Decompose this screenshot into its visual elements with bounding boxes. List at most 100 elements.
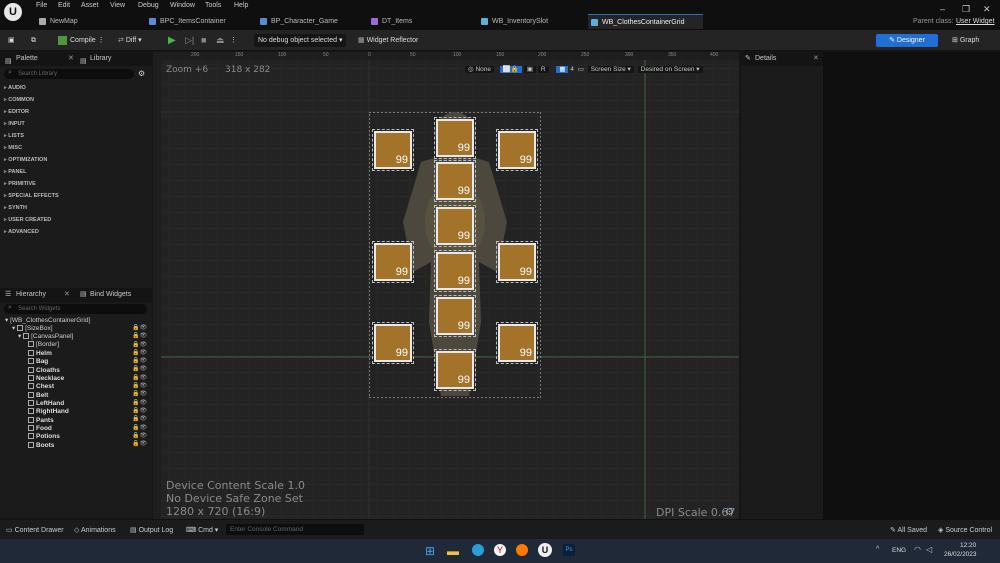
hierarchy-search-input[interactable]: Search Widgets (4, 304, 147, 314)
slot-chest[interactable]: 99 (434, 205, 476, 247)
category-user-created[interactable]: USER CREATED (4, 214, 51, 226)
menu-tools[interactable]: Tools (205, 2, 221, 9)
diff-button[interactable]: ⇄ Diff ▾ (118, 34, 142, 47)
slot-righthand[interactable]: 99 (496, 241, 538, 283)
eject-icon[interactable]: ⏏ (216, 34, 225, 47)
photoshop-icon[interactable]: Ps (563, 544, 575, 556)
menu-debug[interactable]: Debug (138, 2, 159, 9)
screen-size-dropdown[interactable]: Screen Size ▾ (587, 66, 634, 73)
close-icon[interactable]: ✕ (983, 4, 991, 15)
respect-locks-toggle[interactable]: R (537, 66, 549, 73)
lock-toggle[interactable]: ⬜🔒 (499, 66, 523, 73)
grid-toggle[interactable]: ▣ (523, 66, 536, 73)
category-common[interactable]: COMMON (4, 94, 34, 106)
wifi-icon[interactable]: ◠ (914, 545, 921, 554)
widget-reflector-button[interactable]: ▦ Widget Reflector (358, 34, 418, 47)
category-audio[interactable]: AUDIO (4, 82, 26, 94)
grid-snap-value[interactable]: 4 (570, 66, 574, 73)
tree-item-bag[interactable]: Bag (28, 358, 48, 366)
tab-details[interactable]: Details (755, 52, 776, 66)
slot-belt[interactable]: 99 (434, 250, 476, 292)
close-icon[interactable]: ✕ (68, 52, 74, 66)
play-icon[interactable]: ▶ (168, 34, 176, 47)
clock-time[interactable]: 12:20 (960, 542, 976, 549)
category-editor[interactable]: EDITOR (4, 106, 29, 118)
start-icon[interactable]: ⊞ (425, 544, 435, 558)
menu-window[interactable]: Window (170, 2, 195, 9)
tree-item-chest[interactable]: Chest (28, 383, 54, 391)
tab-bp-character-game[interactable]: BP_Character_Game (257, 14, 367, 29)
category-synth[interactable]: SYNTH (4, 202, 27, 214)
slot-food[interactable]: 99 (372, 322, 414, 364)
cmd-dropdown[interactable]: ⌨ Cmd ▾ (186, 526, 218, 534)
animations-button[interactable]: ◇ Animations (74, 526, 116, 534)
language-indicator[interactable]: ENG (892, 547, 906, 554)
step-icon[interactable]: ▷| (185, 34, 194, 47)
tab-wb-inventoryslot[interactable]: WB_InventorySlot (478, 14, 583, 29)
minimize-icon[interactable]: – (940, 4, 945, 14)
unreal-engine-icon[interactable]: U (538, 543, 552, 557)
settings-icon[interactable]: ⚙ (138, 69, 145, 78)
tab-dt-items[interactable]: DT_Items (368, 14, 468, 29)
browse-icon[interactable]: ⧉ (31, 34, 36, 47)
graph-button[interactable]: ⊞ Graph (952, 34, 979, 47)
menu-file[interactable]: File (36, 2, 47, 9)
slot-lefthand[interactable]: 99 (372, 241, 414, 283)
slot-boots[interactable]: 99 (434, 349, 476, 391)
tab-bpc-itemscontainer[interactable]: BPC_ItemsContainer (146, 14, 246, 29)
output-log-button[interactable]: ▤ Output Log (130, 526, 173, 534)
slot-pants[interactable]: 99 (434, 295, 476, 337)
category-input[interactable]: INPUT (4, 118, 25, 130)
slot-cloaths[interactable]: 99 (434, 160, 476, 202)
category-optimization[interactable]: OPTIMIZATION (4, 154, 47, 166)
file-explorer-icon[interactable]: ▬ (447, 544, 459, 558)
background-dropdown[interactable]: ◎ None (465, 66, 495, 73)
all-saved-button[interactable]: ✎ All Saved (890, 526, 927, 534)
save-icon[interactable]: ▣ (8, 34, 15, 47)
palette-search-input[interactable]: Search Library (4, 69, 134, 79)
designer-button[interactable]: ✎ Designer (876, 34, 938, 47)
compile-button[interactable]: Compile ⋮ (58, 34, 105, 47)
tree-item-righthand[interactable]: RightHand (28, 408, 69, 416)
slot-potions[interactable]: 99 (496, 322, 538, 364)
tab-library[interactable]: Library (90, 52, 111, 66)
slot-helm[interactable]: 99 (434, 117, 476, 159)
telegram-icon[interactable] (472, 544, 484, 556)
tab-bind-widgets[interactable]: Bind Widgets (90, 288, 131, 302)
slot-necklace[interactable]: 99 (496, 129, 538, 171)
content-drawer-button[interactable]: ▭ Content Drawer (6, 526, 64, 534)
grid-snap-icon[interactable]: ▦ (556, 66, 569, 73)
menu-asset[interactable]: Asset (81, 2, 99, 9)
menu-help[interactable]: Help (234, 2, 248, 9)
tab-newmap[interactable]: NewMap (36, 14, 136, 29)
browser-icon[interactable] (516, 544, 528, 556)
menu-view[interactable]: View (110, 2, 125, 9)
more-options-icon[interactable]: ⋮ (230, 34, 237, 47)
console-input[interactable]: Enter Console Command (226, 524, 364, 535)
restore-icon[interactable]: ❐ (962, 4, 970, 15)
category-advanced[interactable]: ADVANCED (4, 226, 39, 238)
volume-icon[interactable]: ◁ (926, 545, 932, 554)
tree-item-boots[interactable]: Boots (28, 442, 54, 450)
tab-palette[interactable]: Palette (16, 52, 38, 66)
category-misc[interactable]: MISC (4, 142, 22, 154)
source-control-button[interactable]: ◈ Source Control (938, 526, 992, 534)
tab-wb-clothescontainergrid[interactable]: WB_ClothesContainerGrid (588, 14, 703, 29)
yandex-browser-icon[interactable]: Y (494, 544, 506, 556)
tree-item-border[interactable]: [Border] (28, 341, 59, 349)
category-lists[interactable]: LISTS (4, 130, 24, 142)
tab-hierarchy[interactable]: Hierarchy (16, 288, 46, 302)
tray-chevron-icon[interactable]: ^ (876, 546, 879, 553)
clock-date[interactable]: 26/02/2023 (944, 551, 977, 558)
tree-item-potions[interactable]: Potions (28, 433, 60, 441)
category-special-effects[interactable]: SPECIAL EFFECTS (4, 190, 58, 202)
category-primitive[interactable]: PRIMITIVE (4, 178, 36, 190)
close-icon[interactable]: ✕ (813, 52, 819, 66)
parent-class-link[interactable]: User Widget (956, 18, 995, 25)
close-icon[interactable]: ✕ (64, 288, 70, 302)
visibility-column[interactable]: 🔒👁 🔒👁 🔒👁 🔒👁 🔒👁 🔒👁 🔒👁 🔒👁 🔒👁 🔒👁 🔒👁 🔒👁 🔒👁 🔒👁 🔒👁 (132, 324, 150, 448)
stop-icon[interactable]: ■ (201, 34, 206, 47)
slot-bag[interactable]: 99 (372, 129, 414, 171)
dpi-settings-icon[interactable]: ⚙ (725, 507, 734, 518)
desired-on-screen-dropdown[interactable]: Desired on Screen ▾ (637, 66, 703, 73)
